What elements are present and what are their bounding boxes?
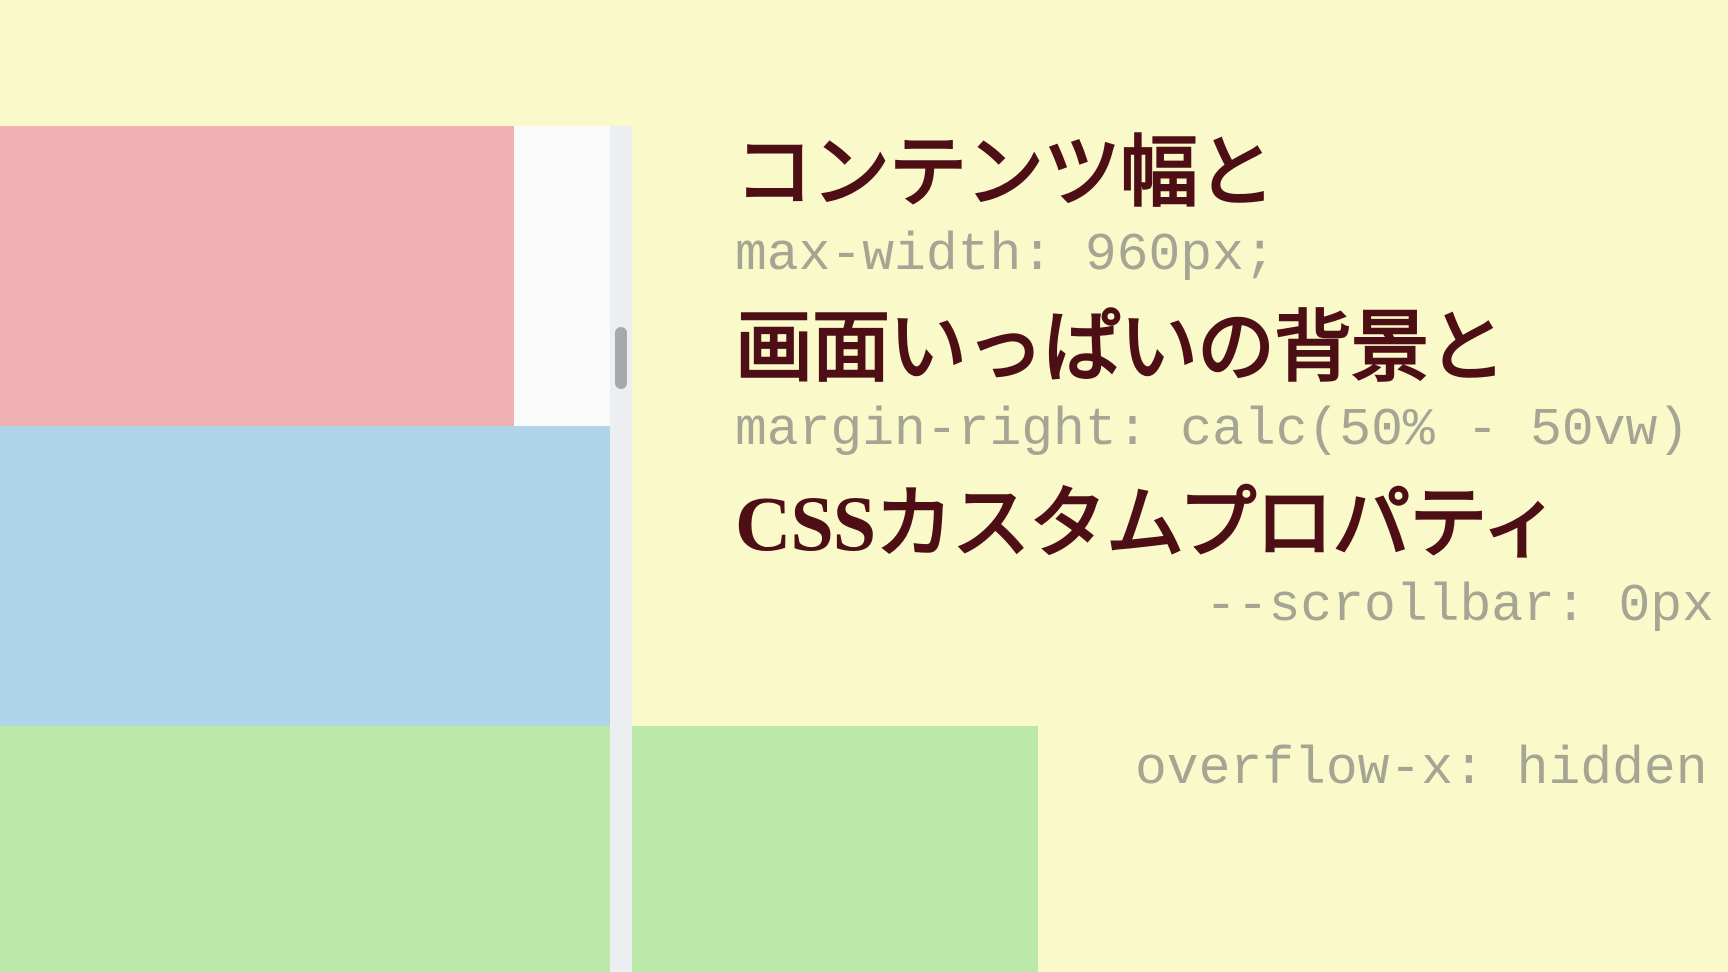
- heading-1: コンテンツ幅と: [735, 130, 1728, 216]
- heading-2: 画面いっぱいの背景と: [735, 305, 1728, 391]
- blue-block: [0, 426, 610, 726]
- code-3: --scrollbar: 0px: [735, 575, 1728, 639]
- white-gap: [514, 126, 610, 426]
- green-block-left: [0, 726, 610, 972]
- code-1: max-width: 960px;: [735, 224, 1728, 288]
- vertical-divider: [610, 126, 632, 972]
- text-content: コンテンツ幅と max-width: 960px; 画面いっぱいの背景と mar…: [735, 130, 1728, 820]
- red-block: [0, 126, 514, 426]
- code-2: margin-right: calc(50% - 50vw): [735, 399, 1728, 463]
- scrollbar-thumb[interactable]: [615, 327, 627, 389]
- code-4: overflow-x: hidden: [735, 738, 1728, 802]
- heading-3: CSSカスタムプロパティ: [735, 481, 1728, 567]
